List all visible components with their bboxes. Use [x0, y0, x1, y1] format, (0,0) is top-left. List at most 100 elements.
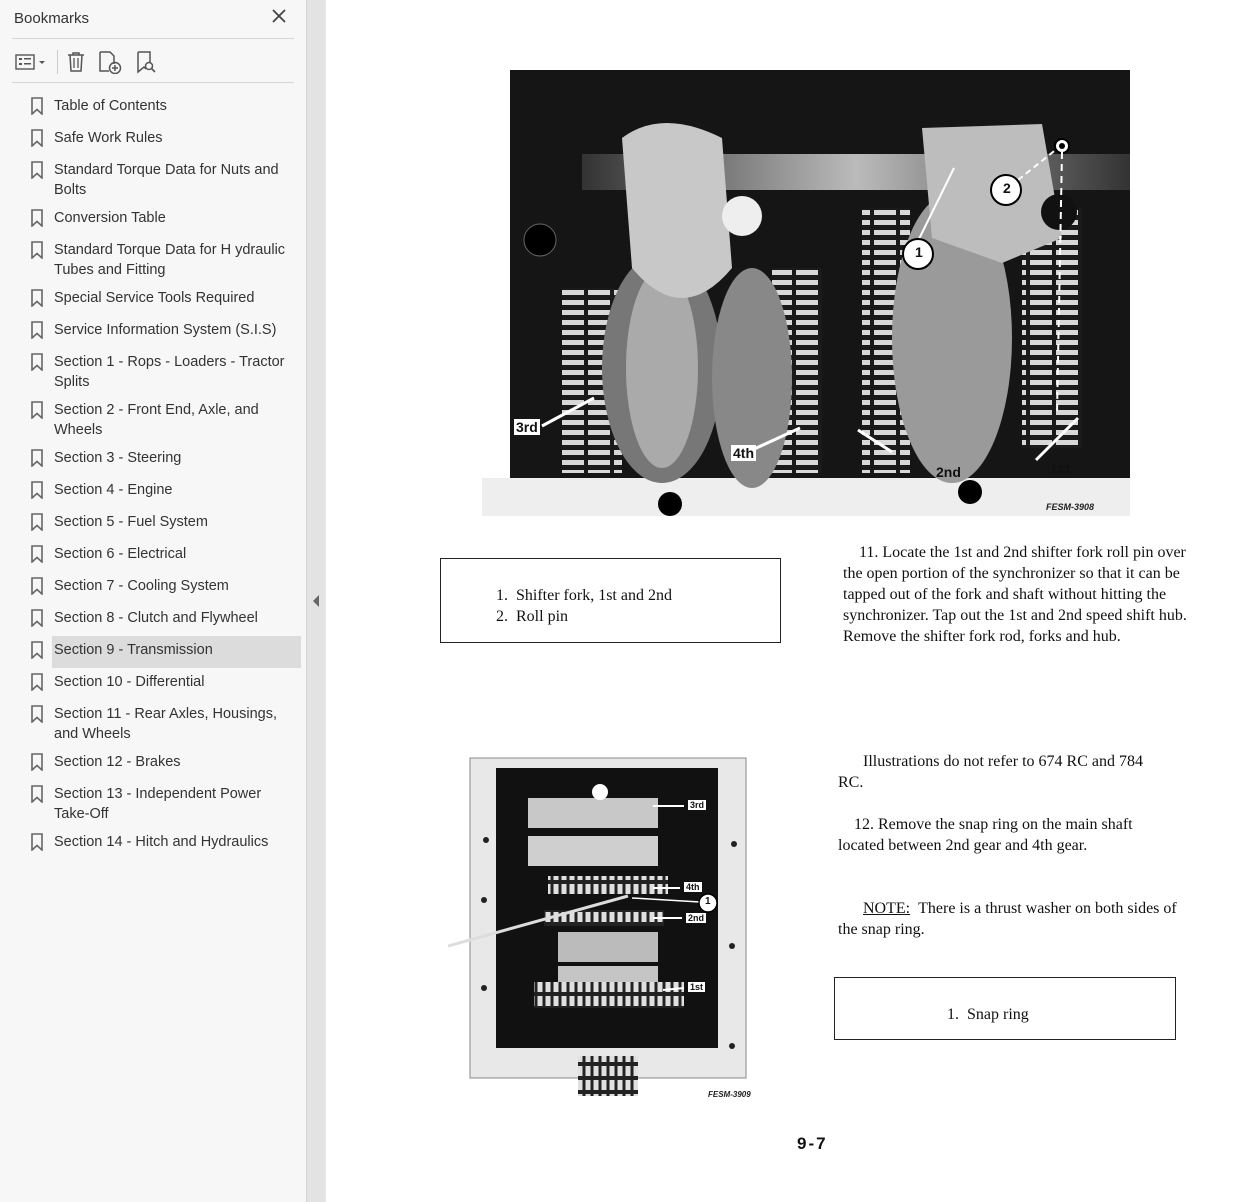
- transmission-photo-bottom: 3rd 4th 2nd 1st 1 FESM-3909: [448, 756, 754, 1102]
- bookmark-icon: [30, 209, 44, 228]
- bookmark-icon: [30, 545, 44, 564]
- bookmark-icon: [30, 321, 44, 340]
- callout-1: 1: [915, 244, 923, 260]
- bookmark-icon: [30, 785, 44, 804]
- bookmark-item[interactable]: Section 8 - Clutch and Flywheel: [0, 604, 306, 636]
- bookmark-label: Standard Torque Data for Nuts and Bolts: [54, 162, 279, 198]
- bookmark-item[interactable]: Safe Work Rules: [0, 124, 306, 156]
- bookmark-label: Standard Torque Data for H ydraulic Tube…: [54, 242, 286, 278]
- bookmark-item[interactable]: Section 1 - Rops - Loaders - Tractor Spl…: [0, 348, 306, 396]
- transmission-photo-top: 1 2 3rd 4th 2nd 1st FESM-3908: [482, 68, 1130, 516]
- note-label: NOTE:: [863, 900, 911, 917]
- callout-2: 2: [1003, 180, 1011, 196]
- trash-icon[interactable]: [62, 48, 90, 76]
- bookmark-label: Section 5 - Fuel System: [54, 514, 208, 530]
- add-bookmark-icon[interactable]: [96, 48, 124, 76]
- bookmark-list: Table of Contents Safe Work Rules Standard…: [0, 92, 306, 860]
- bookmark-icon: [30, 129, 44, 148]
- illustration-note: Illustrations do not refer to 674 RC and…: [838, 751, 1168, 793]
- page-number: 9-7: [797, 1134, 828, 1153]
- bookmark-item[interactable]: Section 14 - Hitch and Hydraulics: [0, 828, 306, 860]
- gear-photo-illustration: [482, 70, 1130, 516]
- gear-label-4th: 4th: [731, 445, 756, 461]
- legend-item: 1. Shifter fork, 1st and 2nd: [496, 587, 672, 604]
- bookmark-item[interactable]: Section 11 - Rear Axles, Housings, and W…: [0, 700, 306, 748]
- bookmark-label: Section 3 - Steering: [54, 450, 182, 466]
- bookmarks-title: Bookmarks: [14, 10, 90, 27]
- gear-label-3rd: 3rd: [514, 419, 540, 435]
- figure-code: FESM-3909: [708, 1090, 751, 1099]
- bookmark-item[interactable]: Service Information System (S.I.S): [0, 316, 306, 348]
- step-12-text: 12. Remove the snap ring on the main sha…: [838, 816, 1133, 854]
- bookmark-label: Safe Work Rules: [54, 130, 163, 146]
- divider: [12, 38, 294, 39]
- bookmark-item[interactable]: Section 5 - Fuel System: [0, 508, 306, 540]
- step-11-paragraph: 11. Locate the 1st and 2nd shifter fork …: [843, 542, 1188, 647]
- bookmark-icon: [30, 161, 44, 180]
- gear-label-1st: 1st: [688, 982, 706, 992]
- bookmark-item[interactable]: Section 9 - Transmission: [0, 636, 306, 668]
- panel-splitter[interactable]: [307, 0, 325, 1202]
- bookmark-item[interactable]: Section 12 - Brakes: [0, 748, 306, 780]
- bookmark-label: Special Service Tools Required: [54, 290, 255, 306]
- bookmark-label: Section 1 - Rops - Loaders - Tractor Spl…: [54, 354, 285, 390]
- bookmark-icon: [30, 609, 44, 628]
- figure-legend-1: 1. Shifter fork, 1st and 2nd 2. Roll pin: [440, 558, 781, 643]
- bookmark-label: Conversion Table: [54, 210, 166, 226]
- bookmark-icon: [30, 513, 44, 532]
- bookmark-label: Service Information System (S.I.S): [54, 322, 277, 338]
- bookmark-icon: [30, 289, 44, 308]
- bookmark-icon: [30, 833, 44, 852]
- bookmark-label: Section 4 - Engine: [54, 482, 173, 498]
- gear-label-1st: 1st: [1050, 460, 1071, 476]
- bookmarks-panel: Bookmarks Table of Contents Safe Work Ru…: [0, 0, 307, 1202]
- bookmark-icon: [30, 401, 44, 420]
- bookmark-label: Section 13 - Independent Power Take-Off: [54, 786, 262, 822]
- bookmark-icon: [30, 97, 44, 116]
- bookmark-label: Section 10 - Differential: [54, 674, 205, 690]
- bookmark-icon: [30, 641, 44, 660]
- bookmark-item[interactable]: Standard Torque Data for H ydraulic Tube…: [0, 236, 306, 284]
- gear-label-2nd: 2nd: [686, 913, 707, 923]
- bookmark-label: Section 14 - Hitch and Hydraulics: [54, 834, 269, 850]
- bookmark-item[interactable]: Section 13 - Independent Power Take-Off: [0, 780, 306, 828]
- bookmark-label: Section 8 - Clutch and Flywheel: [54, 610, 258, 626]
- step-11-text: 11. Locate the 1st and 2nd shifter fork …: [843, 544, 1187, 645]
- bookmark-item[interactable]: Section 6 - Electrical: [0, 540, 306, 572]
- bookmark-label: Section 11 - Rear Axles, Housings, and W…: [54, 706, 277, 742]
- bookmark-item[interactable]: Section 3 - Steering: [0, 444, 306, 476]
- bookmark-item[interactable]: Special Service Tools Required: [0, 284, 306, 316]
- bookmark-icon: [30, 705, 44, 724]
- note-paragraph: NOTE: There is a thrust washer on both s…: [838, 898, 1178, 940]
- legend-item: 2. Roll pin: [496, 608, 569, 625]
- bookmark-label: Section 9 - Transmission: [54, 642, 213, 658]
- bookmark-icon: [30, 449, 44, 468]
- gear-label-4th: 4th: [684, 882, 702, 892]
- gear-label-3rd: 3rd: [688, 800, 707, 810]
- find-bookmark-icon[interactable]: [132, 48, 160, 76]
- bookmark-item[interactable]: Standard Torque Data for Nuts and Bolts: [0, 156, 306, 204]
- figure-legend-2: 1. Snap ring: [834, 977, 1176, 1040]
- bookmarks-toolbar: [0, 40, 306, 82]
- bookmark-item[interactable]: Conversion Table: [0, 204, 306, 236]
- bookmark-icon: [30, 481, 44, 500]
- bookmark-item[interactable]: Table of Contents: [0, 92, 306, 124]
- bookmark-icon: [30, 577, 44, 596]
- bookmarks-header: Bookmarks: [0, 0, 306, 38]
- bookmark-label: Section 6 - Electrical: [54, 546, 187, 562]
- bookmark-label: Section 2 - Front End, Axle, and Wheels: [54, 402, 259, 438]
- bookmark-icon: [30, 753, 44, 772]
- bookmark-item[interactable]: Section 10 - Differential: [0, 668, 306, 700]
- close-icon[interactable]: [270, 8, 288, 26]
- gear-case-illustration: [448, 757, 747, 1096]
- divider: [12, 82, 294, 83]
- bookmark-icon: [30, 241, 44, 260]
- illustration-note-text: Illustrations do not refer to 674 RC and…: [838, 753, 1143, 791]
- step-12-paragraph: 12. Remove the snap ring on the main sha…: [838, 814, 1178, 856]
- collapse-arrow-icon[interactable]: [313, 595, 319, 607]
- bookmark-icon: [30, 673, 44, 692]
- bookmark-item[interactable]: Section 7 - Cooling System: [0, 572, 306, 604]
- bookmark-item[interactable]: Section 2 - Front End, Axle, and Wheels: [0, 396, 306, 444]
- list-options-icon[interactable]: [12, 48, 50, 76]
- bookmark-item[interactable]: Section 4 - Engine: [0, 476, 306, 508]
